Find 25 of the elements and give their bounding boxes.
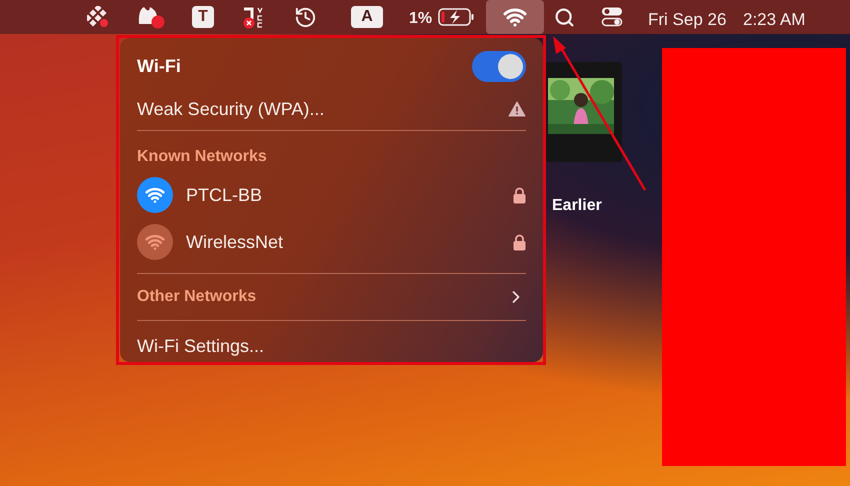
known-networks-heading: Known Networks — [137, 147, 268, 167]
network-name: PTCL-BB — [186, 184, 264, 206]
text-app-icon[interactable]: T — [192, 6, 214, 28]
network-name: WirelessNet — [186, 230, 284, 254]
dots-icon[interactable] — [87, 6, 109, 28]
file-label: Earlier — [552, 196, 602, 216]
network-item[interactable]: WirelessNet — [137, 224, 526, 260]
security-warning[interactable]: Weak Security (WPA)... — [137, 96, 324, 122]
network-item[interactable]: PTCL-BB — [137, 177, 526, 213]
warning-icon — [508, 101, 526, 117]
battery-percent: 1% — [409, 9, 432, 29]
lock-icon — [513, 186, 526, 204]
menu-bar-date[interactable]: Fri Sep 26 — [648, 7, 726, 32]
time-machine-icon[interactable] — [294, 6, 317, 29]
wifi-status-button[interactable] — [486, 0, 544, 34]
battery-icon[interactable] — [438, 8, 475, 26]
wifi-title: Wi-Fi — [137, 54, 181, 78]
search-icon[interactable] — [554, 7, 575, 28]
control-center-icon[interactable] — [601, 6, 623, 28]
other-networks-item[interactable]: Other Networks — [137, 274, 526, 320]
wifi-toggle[interactable] — [472, 50, 526, 82]
wifi-settings-item[interactable]: Wi-Fi Settings... — [137, 333, 526, 360]
lock-icon — [513, 234, 526, 250]
menu-bar-time[interactable]: 2:23 AM — [743, 7, 806, 32]
input-source-icon[interactable]: A — [351, 6, 383, 28]
